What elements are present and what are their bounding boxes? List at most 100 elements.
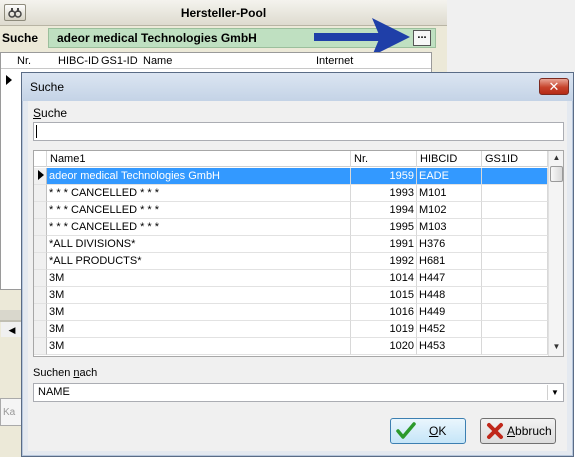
search-by-select[interactable]: NAME ▼ xyxy=(33,383,564,402)
row-indicator-cell xyxy=(34,270,47,287)
cell-nr: 1014 xyxy=(351,270,417,287)
cell-hibcid: M103 xyxy=(417,219,482,236)
cell-hibcid: EADE xyxy=(417,168,482,185)
table-row[interactable]: adeor medical Technologies GmbH 1959 EADE xyxy=(34,168,548,185)
ok-button[interactable]: OK xyxy=(390,418,466,444)
cell-nr: 1993 xyxy=(351,185,417,202)
cell-nr: 1020 xyxy=(351,338,417,355)
row-indicator-cell xyxy=(34,253,47,270)
cell-hibcid: H376 xyxy=(417,236,482,253)
search-dialog: Suche ✕ Suche Name1 Nr. HIBCID GS1ID ade… xyxy=(21,72,574,457)
column-header-name[interactable]: Name1 xyxy=(47,151,351,167)
dialog-title: Suche xyxy=(30,80,65,94)
cell-hibcid: H452 xyxy=(417,321,482,338)
table-row[interactable]: * * * CANCELLED * * * 1993 M101 xyxy=(34,185,548,202)
pool-ellipsis-button[interactable]: ... xyxy=(413,30,431,46)
table-row[interactable]: 3M 1014 H447 xyxy=(34,270,548,287)
row-indicator-cell xyxy=(34,338,47,355)
pool-scroll-left-button[interactable]: ◀ xyxy=(1,321,23,337)
scroll-down-button[interactable]: ▼ xyxy=(549,340,563,354)
text-caret xyxy=(36,125,37,138)
row-pointer-icon xyxy=(38,170,44,180)
pool-search-value: adeor medical Technologies GmbH xyxy=(57,31,257,45)
cell-hibcid: H453 xyxy=(417,338,482,355)
cell-name: adeor medical Technologies GmbH xyxy=(47,168,351,185)
cell-hibcid: H449 xyxy=(417,304,482,321)
row-indicator-cell xyxy=(34,202,47,219)
row-indicator-cell xyxy=(34,321,47,338)
cell-name: 3M xyxy=(47,321,351,338)
background-right-area xyxy=(447,0,575,72)
cell-hibcid: M102 xyxy=(417,202,482,219)
cell-nr: 1992 xyxy=(351,253,417,270)
row-indicator-cell xyxy=(34,236,47,253)
row-indicator-cell xyxy=(34,219,47,236)
dialog-title-bar[interactable]: Suche ✕ xyxy=(22,73,573,101)
cell-gs1id xyxy=(482,304,548,321)
scroll-up-button[interactable]: ▲ xyxy=(549,151,563,165)
row-indicator-cell xyxy=(34,304,47,321)
x-icon xyxy=(487,423,503,439)
cell-hibcid: H447 xyxy=(417,270,482,287)
cell-name: 3M xyxy=(47,304,351,321)
row-indicator-cell xyxy=(34,168,47,185)
cell-gs1id xyxy=(482,202,548,219)
header-indicator-cell xyxy=(34,151,47,167)
checkmark-icon xyxy=(396,422,416,439)
table-row[interactable]: *ALL PRODUCTS* 1992 H681 xyxy=(34,253,548,270)
table-row[interactable]: * * * CANCELLED * * * 1994 M102 xyxy=(34,202,548,219)
search-by-value: NAME xyxy=(38,386,70,398)
cell-gs1id xyxy=(482,253,548,270)
table-row[interactable]: 3M 1015 H448 xyxy=(34,287,548,304)
cell-name: *ALL DIVISIONS* xyxy=(47,236,351,253)
table-row[interactable]: * * * CANCELLED * * * 1995 M103 xyxy=(34,219,548,236)
results-grid-header: Name1 Nr. HIBCID GS1ID xyxy=(34,151,548,167)
pool-search-label: Suche xyxy=(2,31,39,45)
pool-col-hibc: HIBC-ID xyxy=(58,55,99,67)
ok-label: OK xyxy=(429,424,447,438)
column-header-hibcid[interactable]: HIBCID xyxy=(417,151,482,167)
vertical-scrollbar[interactable]: ▲ ▼ xyxy=(548,151,563,356)
cancel-button[interactable]: Abbruch xyxy=(480,418,556,444)
table-row[interactable]: 3M 1016 H449 xyxy=(34,304,548,321)
row-pointer-icon xyxy=(6,75,12,85)
table-row[interactable]: 3M 1019 H452 xyxy=(34,321,548,338)
table-row[interactable]: 3M 1020 H453 xyxy=(34,338,548,355)
search-input[interactable] xyxy=(33,122,564,141)
cell-gs1id xyxy=(482,185,548,202)
cell-nr: 1995 xyxy=(351,219,417,236)
chevron-down-icon[interactable]: ▼ xyxy=(547,385,562,400)
cell-name: * * * CANCELLED * * * xyxy=(47,219,351,236)
cell-nr: 1959 xyxy=(351,168,417,185)
scroll-thumb[interactable] xyxy=(550,166,563,182)
cell-name: 3M xyxy=(47,270,351,287)
cell-nr: 1994 xyxy=(351,202,417,219)
cell-hibcid: H681 xyxy=(417,253,482,270)
cell-gs1id xyxy=(482,219,548,236)
close-icon: ✕ xyxy=(548,79,560,94)
pool-col-gs1: GS1-ID xyxy=(101,55,138,67)
close-button[interactable]: ✕ xyxy=(539,78,569,95)
cell-hibcid: H448 xyxy=(417,287,482,304)
cancel-label: Abbruch xyxy=(507,424,552,438)
cell-gs1id xyxy=(482,338,548,355)
table-row[interactable]: *ALL DIVISIONS* 1991 H376 xyxy=(34,236,548,253)
cell-nr: 1015 xyxy=(351,287,417,304)
cell-gs1id xyxy=(482,236,548,253)
search-label: Suche xyxy=(33,106,68,120)
pool-col-nr: Nr. xyxy=(17,55,32,67)
pool-col-internet: Internet xyxy=(316,55,354,67)
cell-name: 3M xyxy=(47,338,351,355)
column-header-gs1id[interactable]: GS1ID xyxy=(482,151,548,167)
row-indicator-cell xyxy=(34,287,47,304)
cell-hibcid: M101 xyxy=(417,185,482,202)
pool-col-name: Name xyxy=(143,55,173,67)
cell-gs1id xyxy=(482,270,548,287)
column-header-nr[interactable]: Nr. xyxy=(351,151,417,167)
cell-gs1id xyxy=(482,287,548,304)
pool-bottom-tab[interactable]: Ka xyxy=(0,398,22,426)
cell-nr: 1991 xyxy=(351,236,417,253)
row-indicator-cell xyxy=(34,185,47,202)
cell-nr: 1019 xyxy=(351,321,417,338)
cell-gs1id xyxy=(482,321,548,338)
